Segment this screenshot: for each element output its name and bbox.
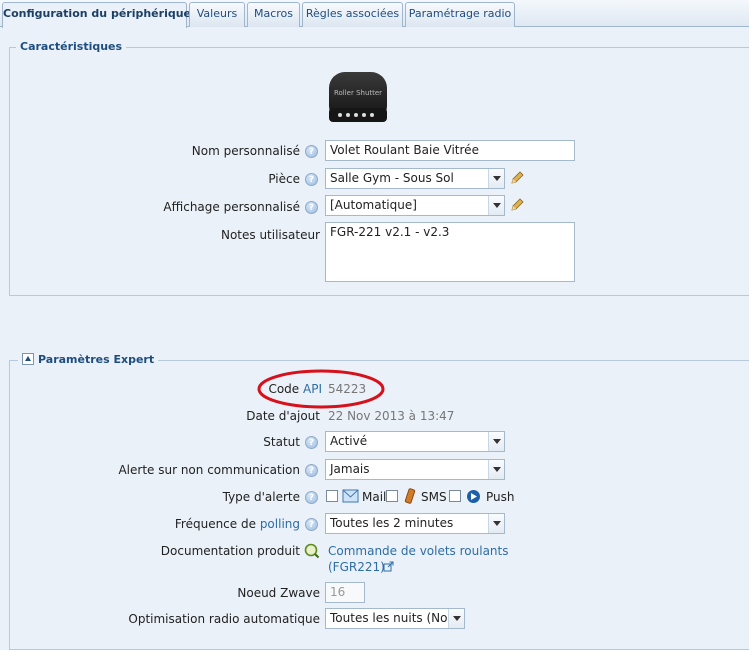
radio-optimisation-value: Toutes les nuits (Nor [330, 611, 453, 625]
device-image: Roller Shutter [327, 68, 389, 126]
alert-type-label: Type d'alerte [222, 490, 300, 504]
radio-optimisation-label: Optimisation radio automatique [128, 612, 320, 626]
expert-legend: Paramètres Expert [18, 353, 159, 366]
mail-label: Mail [362, 490, 387, 504]
radio-optimisation-select[interactable]: Toutes les nuits (Nor [325, 608, 465, 629]
polling-select-value: Toutes les 2 minutes [330, 516, 454, 530]
polling-link[interactable]: polling [260, 517, 300, 531]
chevron-down-icon [488, 196, 504, 215]
tab-values[interactable]: Valeurs [189, 2, 245, 27]
polling-label-prefix: Fréquence de [174, 517, 256, 531]
name-label: Nom personnalisé [191, 144, 300, 158]
chevron-down-icon [488, 169, 504, 188]
display-label: Affichage personnalisé [163, 200, 300, 214]
date-label: Date d'ajout [246, 409, 320, 423]
chevron-down-icon [448, 609, 464, 628]
zwave-label: Noeud Zwave [237, 586, 320, 600]
display-select-value: [Automatique] [330, 198, 417, 212]
documentation-icon [304, 543, 320, 559]
doc-link-code[interactable]: (FGR221) [328, 560, 385, 574]
pencil-icon[interactable] [509, 170, 525, 186]
highlight-circle [257, 369, 385, 409]
doc-label: Documentation produit [160, 544, 300, 558]
alert-label: Alerte sur non communication [118, 463, 300, 477]
help-icon[interactable]: ? [305, 518, 318, 531]
help-icon[interactable]: ? [305, 464, 318, 477]
help-icon[interactable]: ? [305, 436, 318, 449]
doc-link[interactable]: Commande de volets roulants [328, 544, 509, 558]
chevron-down-icon [488, 460, 504, 479]
status-label: Statut [263, 435, 300, 449]
polling-label: Fréquence de polling [150, 517, 300, 531]
name-field[interactable]: Volet Roulant Baie Vitrée [325, 140, 575, 161]
sms-label: SMS [421, 490, 447, 504]
help-icon[interactable]: ? [305, 491, 318, 504]
display-select[interactable]: [Automatique] [325, 195, 505, 216]
tab-associated-rules[interactable]: Règles associées [302, 2, 403, 27]
push-label: Push [486, 490, 515, 504]
mail-icon [342, 489, 359, 503]
room-select-value: Salle Gym - Sous Sol [330, 171, 454, 185]
collapse-toggle[interactable] [22, 353, 34, 365]
alert-select[interactable]: Jamais [325, 459, 505, 480]
date-value: 22 Nov 2013 à 13:47 [328, 409, 455, 423]
help-icon[interactable]: ? [305, 201, 318, 214]
external-link-icon[interactable] [383, 561, 394, 572]
room-label: Pièce [268, 172, 300, 186]
tab-radio-settings[interactable]: Paramétrage radio [405, 2, 515, 27]
push-icon [467, 490, 480, 503]
mail-checkbox[interactable] [326, 490, 338, 502]
sms-checkbox[interactable] [386, 490, 398, 502]
device-image-label: Roller Shutter [334, 89, 382, 97]
pencil-icon[interactable] [509, 197, 525, 213]
polling-select[interactable]: Toutes les 2 minutes [325, 513, 505, 534]
tab-device-configuration[interactable]: Configuration du périphérique [2, 2, 191, 28]
notes-label: Notes utilisateur [220, 228, 320, 242]
tab-bar: Configuration du périphérique Valeurs Ma… [0, 0, 749, 28]
expert-title: Paramètres Expert [38, 353, 155, 366]
help-icon[interactable]: ? [305, 173, 318, 186]
push-checkbox[interactable] [449, 490, 461, 502]
zwave-node-field[interactable]: 16 [325, 582, 365, 603]
chevron-down-icon [488, 432, 504, 451]
chevron-down-icon [488, 514, 504, 533]
alert-select-value: Jamais [330, 462, 370, 476]
characteristics-title: Caractéristiques [16, 40, 127, 53]
notes-textarea[interactable]: FGR-221 v2.1 - v2.3 [325, 222, 575, 282]
help-icon[interactable]: ? [305, 145, 318, 158]
room-select[interactable]: Salle Gym - Sous Sol [325, 168, 505, 189]
phone-icon [404, 488, 416, 504]
status-select-value: Activé [330, 434, 368, 448]
status-select[interactable]: Activé [325, 431, 505, 452]
tab-macros[interactable]: Macros [247, 2, 300, 27]
